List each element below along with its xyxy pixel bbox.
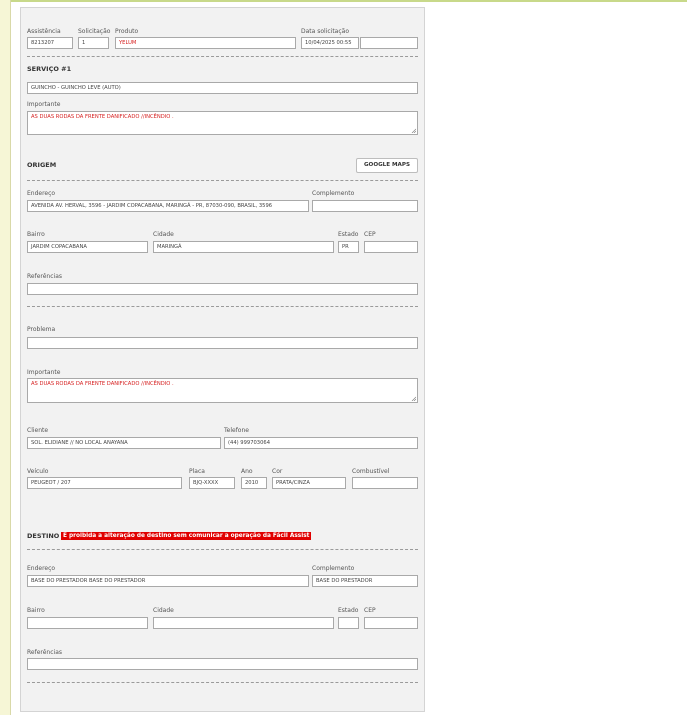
produto-label: Produto bbox=[115, 28, 139, 35]
origem-endereco-field[interactable]: AVENIDA AV. HERVAL, 3596 - JARDIM COPACA… bbox=[27, 200, 309, 212]
assistencia-field[interactable]: 8213207 bbox=[27, 37, 73, 49]
origem-cidade-field[interactable]: MARINGÁ bbox=[153, 241, 334, 253]
destino-estado-label: Estado bbox=[338, 607, 359, 614]
placa-field[interactable]: BJQ-XXXX bbox=[189, 477, 235, 489]
destino-estado-field[interactable] bbox=[338, 617, 359, 629]
problema-importante-label: Importante bbox=[27, 369, 61, 376]
veiculo-field[interactable]: PEUGEOT / 207 bbox=[27, 477, 182, 489]
servico-importante-textarea[interactable]: AS DUAS RODAS DA FRENTE DANIFICADO //INC… bbox=[27, 111, 418, 135]
servico-field[interactable]: GUINCHO - GUINCHO LEVE (AUTO) bbox=[27, 82, 418, 94]
problema-importante-textarea[interactable]: AS DUAS RODAS DA FRENTE DANIFICADO //INC… bbox=[27, 378, 418, 403]
ano-field[interactable]: 2010 bbox=[241, 477, 267, 489]
telefone-label: Telefone bbox=[224, 427, 249, 434]
divider bbox=[27, 682, 418, 683]
problema-field[interactable] bbox=[27, 337, 418, 349]
destino-cep-field[interactable] bbox=[364, 617, 418, 629]
origem-bairro-label: Bairro bbox=[27, 231, 45, 238]
destino-endereco-field[interactable]: BASE DO PRESTADOR BASE DO PRESTADOR bbox=[27, 575, 309, 587]
combustivel-label: Combustível bbox=[352, 468, 390, 475]
divider bbox=[27, 306, 418, 307]
placa-label: Placa bbox=[189, 468, 205, 475]
telefone-field[interactable]: (44) 999703064 bbox=[224, 437, 418, 449]
left-sidebar-strip bbox=[0, 0, 11, 715]
divider bbox=[27, 549, 418, 550]
servico-title: SERVIÇO #1 bbox=[27, 65, 72, 73]
veiculo-label: Veículo bbox=[27, 468, 49, 475]
destino-warning-badge: É proibida a alteração de destino sem co… bbox=[61, 532, 312, 540]
origem-cep-label: CEP bbox=[364, 231, 376, 238]
destino-title: DESTINO bbox=[27, 532, 60, 540]
assistencia-label: Assistência bbox=[27, 28, 61, 35]
solicitacao-field[interactable]: 1 bbox=[78, 37, 109, 49]
origem-referencias-label: Referências bbox=[27, 273, 62, 280]
destino-bairro-field[interactable] bbox=[27, 617, 148, 629]
divider bbox=[27, 180, 418, 181]
servico-importante-label: Importante bbox=[27, 101, 61, 108]
destino-cidade-field[interactable] bbox=[153, 617, 334, 629]
divider bbox=[27, 56, 418, 57]
destino-cidade-label: Cidade bbox=[153, 607, 174, 614]
solicitacao-label: Solicitação bbox=[78, 28, 111, 35]
destino-referencias-label: Referências bbox=[27, 649, 62, 656]
destino-complemento-label: Complemento bbox=[312, 565, 355, 572]
servico-importante-text: AS DUAS RODAS DA FRENTE DANIFICADO //INC… bbox=[31, 114, 174, 120]
origem-cep-field[interactable] bbox=[364, 241, 418, 253]
cor-field[interactable]: PRATA/CINZA bbox=[272, 477, 346, 489]
origem-referencias-field[interactable] bbox=[27, 283, 418, 295]
origem-cidade-label: Cidade bbox=[153, 231, 174, 238]
data-extra-field[interactable] bbox=[360, 37, 418, 49]
cliente-field[interactable]: SOL. ELIDIANE // NO LOCAL ANAYANA bbox=[27, 437, 221, 449]
origem-estado-label: Estado bbox=[338, 231, 359, 238]
problema-importante-text: AS DUAS RODAS DA FRENTE DANIFICADO //INC… bbox=[31, 381, 174, 387]
google-maps-button[interactable]: GOOGLE MAPS bbox=[356, 158, 418, 173]
destino-referencias-field[interactable] bbox=[27, 658, 418, 670]
produto-field[interactable]: YELUM bbox=[115, 37, 296, 49]
top-border bbox=[0, 0, 687, 2]
resize-grip-icon[interactable] bbox=[411, 128, 416, 133]
data-solicitacao-field[interactable]: 10/04/2025 00:55 bbox=[301, 37, 359, 49]
origem-complemento-field[interactable] bbox=[312, 200, 418, 212]
ano-label: Ano bbox=[241, 468, 253, 475]
destino-complemento-field[interactable]: BASE DO PRESTADOR bbox=[312, 575, 418, 587]
data-solicitacao-label: Data solicitação bbox=[301, 28, 350, 35]
cor-label: Cor bbox=[272, 468, 283, 475]
destino-endereco-label: Endereço bbox=[27, 565, 56, 572]
combustivel-field[interactable] bbox=[352, 477, 418, 489]
resize-grip-icon[interactable] bbox=[411, 396, 416, 401]
problema-label: Problema bbox=[27, 326, 56, 333]
origem-complemento-label: Complemento bbox=[312, 190, 355, 197]
origem-bairro-field[interactable]: JARDIM COPACABANA bbox=[27, 241, 148, 253]
destino-bairro-label: Bairro bbox=[27, 607, 45, 614]
origem-endereco-label: Endereço bbox=[27, 190, 56, 197]
origem-title: ORIGEM bbox=[27, 161, 57, 169]
origem-estado-field[interactable]: PR bbox=[338, 241, 359, 253]
cliente-label: Cliente bbox=[27, 427, 49, 434]
destino-cep-label: CEP bbox=[364, 607, 376, 614]
